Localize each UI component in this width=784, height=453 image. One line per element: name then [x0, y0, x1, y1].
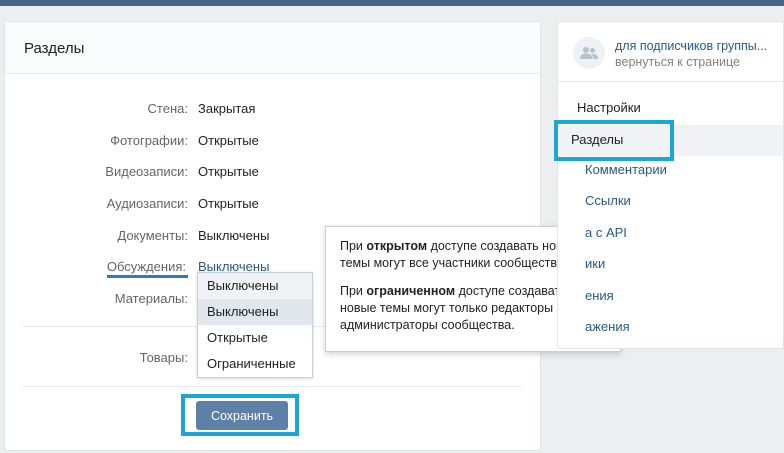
top-bar [0, 0, 784, 6]
setting-value[interactable]: Открытые [198, 164, 259, 179]
sidebar-item-comments[interactable]: Комментарии [585, 162, 667, 177]
settings-sidebar: для подписчиков группы... вернуться к ст… [557, 21, 784, 349]
sidebar-item-sections[interactable]: Разделы [554, 120, 674, 161]
divider [23, 386, 521, 387]
dropdown-option-selected[interactable]: Выключены [198, 299, 312, 325]
setting-value[interactable]: Выключены [198, 228, 269, 243]
dropdown-option[interactable]: Выключены [198, 273, 312, 299]
setting-value[interactable]: Открытые [198, 133, 259, 148]
page-title: Разделы [24, 40, 85, 57]
setting-value[interactable]: Закрытая [198, 101, 255, 116]
sidebar-item-api[interactable]: а с API [585, 225, 627, 240]
sidebar-item-partial[interactable]: ения [585, 288, 614, 303]
card-header: Разделы [5, 22, 540, 74]
save-button[interactable]: Сохранить [196, 401, 288, 430]
sidebar-item-label: Разделы [571, 132, 624, 147]
back-to-page-link[interactable]: вернуться к странице [615, 55, 740, 69]
setting-row-photos: Фотографии: Открытые [5, 133, 542, 153]
users-icon [580, 47, 598, 59]
setting-label: Стена: [147, 101, 188, 116]
setting-label: Материалы: [114, 291, 188, 306]
setting-label: Аудиозаписи: [106, 196, 188, 211]
dropdown-option[interactable]: Ограниченные [198, 351, 312, 377]
sidebar-item-partial[interactable]: ики [585, 256, 605, 271]
setting-row-videos: Видеозаписи: Открытые [5, 164, 542, 184]
sidebar-heading[interactable]: Настройки [577, 100, 641, 115]
setting-label: Товары: [139, 350, 188, 365]
group-avatar[interactable] [573, 37, 605, 69]
setting-value[interactable]: Открытые [198, 196, 259, 211]
setting-label: Фотографии: [110, 133, 188, 148]
setting-row-wall: Стена: Закрытая [5, 101, 542, 121]
setting-label: Видеозаписи: [105, 164, 188, 179]
setting-label: Обсуждения: [106, 259, 188, 278]
sidebar-item-links[interactable]: Ссылки [585, 193, 631, 208]
setting-label: Документы: [117, 228, 188, 243]
dropdown-option[interactable]: Открытые [198, 325, 312, 351]
sidebar-item-partial[interactable]: ажения [585, 319, 630, 334]
sidebar-header: для подписчиков группы... вернуться к ст… [558, 22, 783, 82]
group-name[interactable]: для подписчиков группы... [615, 39, 767, 53]
discussions-dropdown[interactable]: Выключены Выключены Открытые Ограниченны… [197, 272, 313, 378]
setting-row-audio: Аудиозаписи: Открытые [5, 196, 542, 216]
